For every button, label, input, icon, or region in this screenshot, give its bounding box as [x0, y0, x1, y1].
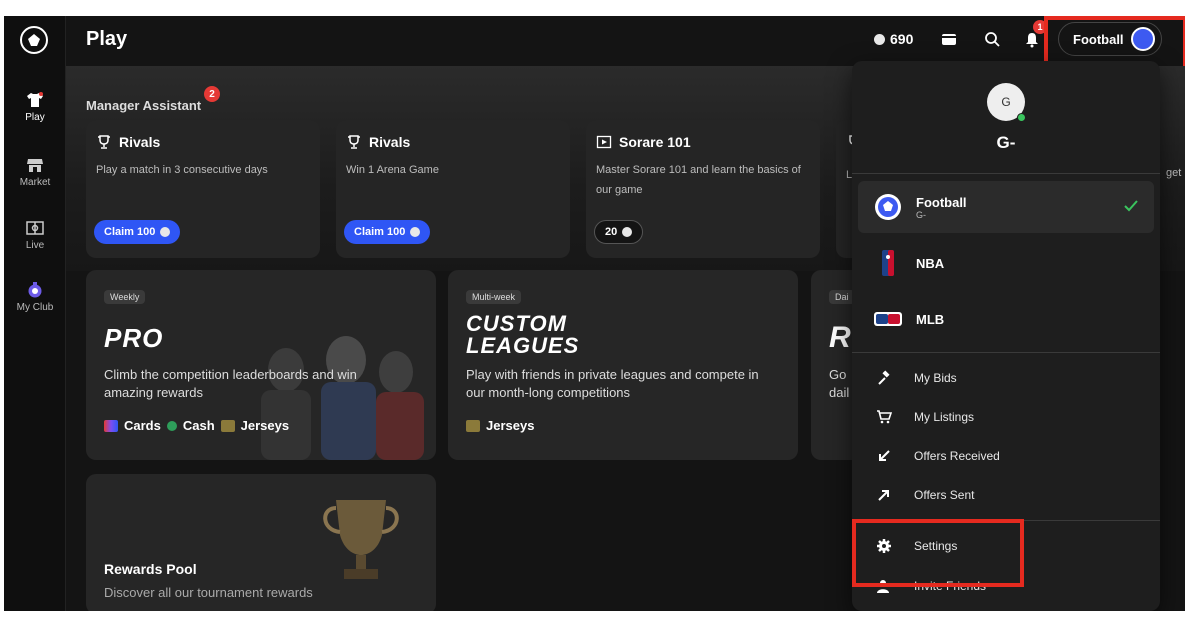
highlight-box-settings	[852, 519, 1024, 587]
app-window: Play Market Live My Club Play 690 1 Foot…	[4, 16, 1185, 611]
task-description-partial: get	[1166, 167, 1182, 179]
menu-item-my-listings[interactable]: My Listings	[852, 398, 1160, 436]
sport-club-name: G-	[916, 209, 926, 220]
task-card[interactable]: Rivals Win 1 Arena Game Claim 100	[336, 120, 570, 258]
competition-tag: Multi-week	[466, 290, 522, 304]
sidebar-item-live[interactable]: Live	[4, 220, 66, 251]
menu-item-my-bids[interactable]: My Bids	[852, 359, 1160, 397]
store-icon	[27, 159, 43, 172]
reward-label: Jerseys	[486, 418, 535, 433]
reward-label: Cards	[124, 418, 161, 433]
jersey-icon	[220, 419, 235, 432]
task-title: Rivals	[369, 134, 411, 150]
task-description: Play a match in 3 consecutive days	[96, 164, 268, 176]
manager-assistant-title: Manager Assistant	[86, 98, 202, 113]
competition-description: Play with friends in private leagues and…	[466, 367, 759, 400]
claim-button[interactable]: Claim 100	[94, 220, 181, 244]
trophy-icon	[348, 135, 360, 149]
top-bar: Play 690 1 Football	[66, 16, 1185, 66]
pro-logo: PRO	[104, 323, 164, 353]
sport-name: NBA	[916, 255, 945, 271]
sidebar-item-play[interactable]: Play	[4, 92, 66, 123]
task-card[interactable]: Rivals Play a match in 3 consecutive day…	[86, 120, 320, 258]
sport-option-nba[interactable]: NBA	[858, 237, 1154, 289]
divider	[852, 173, 1160, 174]
task-title-row: Sorare 101	[596, 134, 810, 150]
rewards-pool-description: Discover all our tournament rewards	[104, 585, 313, 600]
coin-balance[interactable]: 690	[874, 31, 913, 47]
manager-assistant-badge: 2	[204, 86, 220, 102]
cart-icon	[877, 410, 892, 424]
online-status-icon	[1017, 113, 1026, 122]
search-icon[interactable]	[983, 30, 1001, 48]
video-player-icon	[596, 135, 612, 149]
sport-option-football[interactable]: Football G-	[858, 181, 1154, 233]
cards-icon	[104, 419, 118, 432]
task-title-row: Rivals	[96, 134, 310, 150]
rewards-pool-card[interactable]: Rewards Pool Discover all our tournament…	[86, 474, 436, 611]
trophy-icon	[98, 135, 110, 149]
wallet-icon[interactable]	[940, 30, 958, 48]
rewards-pool-title: Rewards Pool	[104, 561, 197, 577]
mlb-logo-icon	[874, 312, 902, 326]
football-icon	[875, 194, 901, 220]
task-title: Rivals	[119, 134, 161, 150]
menu-item-label: My Listings	[914, 410, 975, 424]
coin-icon	[622, 227, 633, 237]
claim-button[interactable]: Claim 100	[344, 220, 431, 244]
coin-amount: 690	[890, 31, 914, 47]
pitch-icon	[26, 221, 44, 235]
username: G-	[996, 133, 1016, 152]
club-badge-icon	[28, 282, 42, 298]
progress-count: 20	[605, 226, 618, 238]
coin-icon	[160, 227, 171, 237]
competition-tag: Dai	[829, 290, 855, 304]
page-title: Play	[86, 28, 128, 50]
task-title-row: Rivals	[346, 134, 560, 150]
rewards-list: Jerseys	[466, 418, 534, 433]
sport-name: MLB	[916, 311, 945, 327]
sport-option-mlb[interactable]: MLB	[858, 293, 1154, 345]
competition-description: Climb the competition leaderboards and w…	[104, 367, 357, 400]
jersey-icon	[466, 419, 480, 432]
claim-label: Claim 100	[104, 226, 156, 238]
sidebar: Play Market Live My Club	[4, 16, 66, 611]
gavel-icon	[878, 370, 890, 385]
rewards-list: Cards Cash Jerseys	[104, 418, 289, 433]
task-description: Master Sorare 101 and learn the basics o…	[596, 164, 801, 196]
competition-tag: Weekly	[104, 290, 146, 304]
divider	[852, 352, 1160, 353]
menu-item-offers-received[interactable]: Offers Received	[852, 437, 1160, 475]
claim-label: Claim 100	[354, 226, 406, 238]
reward-label: Cash	[182, 418, 215, 433]
sidebar-item-market[interactable]: Market	[4, 157, 66, 188]
task-description: Win 1 Arena Game	[346, 164, 439, 176]
nba-logo-icon	[882, 250, 894, 276]
task-card[interactable]: Sorare 101 Master Sorare 101 and learn t…	[586, 120, 820, 258]
task-title: Sorare 101	[619, 134, 691, 150]
reward-label: Jerseys	[240, 418, 290, 433]
sidebar-item-label: My Club	[16, 302, 54, 313]
sidebar-item-label: Market	[19, 177, 51, 188]
menu-item-label: My Bids	[914, 371, 957, 385]
checkmark-icon	[1124, 200, 1138, 212]
coin-icon	[410, 227, 421, 237]
menu-item-label: Offers Received	[914, 449, 1000, 463]
competition-card-pro[interactable]: Weekly PRO Climb the competition leaderb…	[86, 270, 436, 460]
sidebar-item-label: Play	[25, 112, 45, 123]
sport-name: Football	[916, 194, 967, 210]
jersey-icon	[27, 92, 43, 107]
arrow-up-right-icon	[878, 490, 889, 501]
sidebar-item-my-club[interactable]: My Club	[4, 282, 66, 313]
coin-icon	[874, 33, 885, 45]
sidebar-item-label: Live	[25, 240, 45, 251]
competition-card-custom-leagues[interactable]: Multi-week CUSTOM LEAGUES Play with frie…	[448, 270, 798, 460]
cash-icon	[166, 420, 177, 431]
arrow-down-left-icon	[879, 450, 890, 461]
menu-item-offers-sent[interactable]: Offers Sent	[852, 476, 1160, 514]
progress-pill[interactable]: 20	[594, 220, 644, 244]
custom-leagues-logo-line2: LEAGUES	[466, 333, 580, 358]
menu-item-label: Offers Sent	[914, 488, 975, 502]
sorare-logo-icon[interactable]	[20, 26, 48, 54]
